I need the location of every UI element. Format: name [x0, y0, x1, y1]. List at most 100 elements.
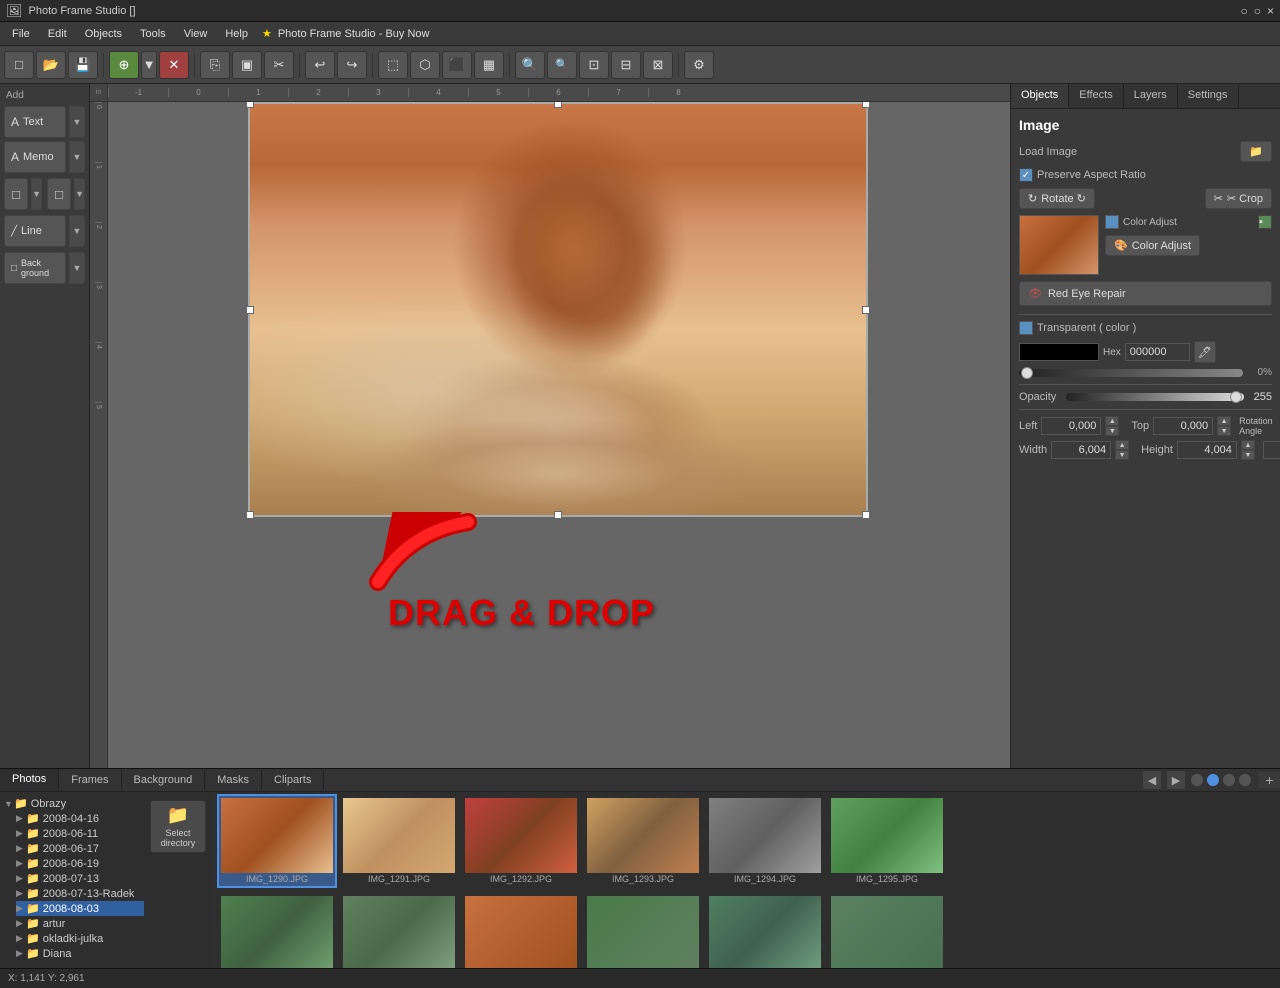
thumb-r2-2[interactable] — [461, 892, 581, 968]
opacity-thumb[interactable] — [1230, 391, 1242, 403]
bot-tab-cliparts[interactable]: Cliparts — [262, 770, 324, 790]
dot3[interactable] — [1222, 773, 1236, 787]
tree-item-0[interactable]: ▶ 📁 2008-04-16 — [16, 811, 144, 826]
tb-zoom-100[interactable]: ⊟ — [611, 51, 641, 79]
tree-item-6[interactable]: ▶ 📁 2008-08-03 — [16, 901, 144, 916]
thumb-r2-5[interactable] — [827, 892, 947, 968]
tb-delete[interactable]: ✕ — [159, 51, 189, 79]
tb-arrange2[interactable]: ⬡ — [410, 51, 440, 79]
tab-layers[interactable]: Layers — [1124, 84, 1178, 108]
tb-new[interactable]: □ — [4, 51, 34, 79]
width-spinner[interactable]: ▲ ▼ — [1115, 440, 1129, 460]
sel-handle-tl[interactable] — [246, 102, 254, 108]
thumb-r2-1[interactable] — [339, 892, 459, 968]
red-eye-repair-btn[interactable]: 👁 Red Eye Repair — [1019, 281, 1272, 306]
shape-sq2[interactable]: □ — [47, 178, 71, 210]
top-spinner[interactable]: ▲ ▼ — [1217, 416, 1231, 436]
tab-objects[interactable]: Objects — [1011, 84, 1069, 108]
text-button[interactable]: A Text — [4, 106, 66, 138]
shape-sq1[interactable]: □ — [4, 178, 28, 210]
top-spin-down[interactable]: ▼ — [1217, 426, 1231, 436]
load-image-btn[interactable]: 📁 — [1240, 141, 1272, 162]
scroll-left[interactable]: ◀ — [1142, 770, 1162, 790]
color-picker-btn[interactable]: 🖊 — [1194, 341, 1216, 363]
memo-button[interactable]: A Memo — [4, 141, 66, 173]
tb-zoom-custom[interactable]: ⊠ — [643, 51, 673, 79]
menu-file[interactable]: File — [4, 26, 38, 42]
background-button[interactable]: □ Background — [4, 252, 66, 284]
scroll-right[interactable]: ▶ — [1166, 770, 1186, 790]
tree-item-8[interactable]: ▶ 📁 okladki-julka — [16, 931, 144, 946]
sel-handle-ml[interactable] — [246, 306, 254, 314]
tb-open[interactable]: 📂 — [36, 51, 66, 79]
opacity-slider[interactable] — [1066, 393, 1243, 401]
top-input[interactable] — [1153, 417, 1213, 435]
width-spin-up[interactable]: ▲ — [1115, 440, 1129, 450]
thumb-r2-3[interactable] — [583, 892, 703, 968]
sel-handle-bm[interactable] — [554, 511, 562, 519]
memo-dropdown[interactable]: ▼ — [69, 141, 85, 173]
hex-input[interactable] — [1125, 343, 1190, 361]
sel-handle-br[interactable] — [862, 511, 870, 519]
bot-tab-frames[interactable]: Frames — [59, 770, 121, 790]
tree-item-1[interactable]: ▶ 📁 2008-06-11 — [16, 826, 144, 841]
tree-item-2[interactable]: ▶ 📁 2008-06-17 — [16, 841, 144, 856]
slider-thumb[interactable] — [1021, 367, 1033, 379]
dot2[interactable] — [1206, 773, 1220, 787]
thumb-1293[interactable]: IMG_1293.JPG — [583, 794, 703, 888]
win-close[interactable]: × — [1267, 4, 1274, 18]
crop-btn[interactable]: ✂ ✂ Crop — [1205, 188, 1272, 209]
height-spin-down[interactable]: ▼ — [1241, 450, 1255, 460]
select-directory-btn[interactable]: 📁 Selectdirectory — [150, 800, 206, 853]
height-spin-up[interactable]: ▲ — [1241, 440, 1255, 450]
color-adj-toggle[interactable]: ▪ — [1258, 215, 1272, 229]
win-max[interactable]: ○ — [1254, 4, 1261, 18]
bot-tab-background[interactable]: Background — [122, 770, 206, 790]
thumb-1295[interactable]: IMG_1295.JPG — [827, 794, 947, 888]
sel-handle-mr[interactable] — [862, 306, 870, 314]
shape-sq2-dropdown[interactable]: ▼ — [74, 178, 85, 210]
tree-item-3[interactable]: ▶ 📁 2008-06-19 — [16, 856, 144, 871]
thumb-1290[interactable]: IMG_1290.JPG — [217, 794, 337, 888]
tree-root-obrazy[interactable]: ▼ 📁 Obrazy — [4, 796, 144, 811]
tb-redo[interactable]: ↪ — [337, 51, 367, 79]
tab-settings[interactable]: Settings — [1178, 84, 1239, 108]
tree-item-5[interactable]: ▶ 📁 2008-07-13-Radek — [16, 886, 144, 901]
bot-tab-photos[interactable]: Photos — [0, 769, 59, 791]
thumb-r2-4[interactable] — [705, 892, 825, 968]
tree-item-4[interactable]: ▶ 📁 2008-07-13 — [16, 871, 144, 886]
text-dropdown[interactable]: ▼ — [69, 106, 85, 138]
tree-item-7[interactable]: ▶ 📁 artur — [16, 916, 144, 931]
tab-effects[interactable]: Effects — [1069, 84, 1123, 108]
height-spinner[interactable]: ▲ ▼ — [1241, 440, 1255, 460]
bg-dropdown[interactable]: ▼ — [69, 252, 85, 284]
menu-tools[interactable]: Tools — [132, 26, 174, 42]
left-spinner[interactable]: ▲ ▼ — [1105, 416, 1119, 436]
thumb-1292[interactable]: IMG_1292.JPG — [461, 794, 581, 888]
tb-zoom-in[interactable]: 🔍 — [515, 51, 545, 79]
sel-handle-tr[interactable] — [862, 102, 870, 108]
width-spin-down[interactable]: ▼ — [1115, 450, 1129, 460]
tb-arrange4[interactable]: ▦ — [474, 51, 504, 79]
thumb-1291[interactable]: IMG_1291.JPG — [339, 794, 459, 888]
sel-handle-bl[interactable] — [246, 511, 254, 519]
tb-undo[interactable]: ↩ — [305, 51, 335, 79]
tb-arrange1[interactable]: ⬚ — [378, 51, 408, 79]
tb-dropdown[interactable]: ▼ — [141, 51, 157, 79]
tb-zoom-fit[interactable]: ⊡ — [579, 51, 609, 79]
tb-zoom-out[interactable]: 🔍 — [547, 51, 577, 79]
thumb-r2-0[interactable] — [217, 892, 337, 968]
dot1[interactable] — [1190, 773, 1204, 787]
rotation-input[interactable] — [1263, 441, 1280, 459]
menu-edit[interactable]: Edit — [40, 26, 75, 42]
tb-add[interactable]: ⊕ — [109, 51, 139, 79]
tb-copy[interactable]: ⎘ — [200, 51, 230, 79]
sel-handle-tm[interactable] — [554, 102, 562, 108]
menu-help[interactable]: Help — [217, 26, 256, 42]
line-dropdown[interactable]: ▼ — [69, 215, 85, 247]
color-slider[interactable] — [1019, 369, 1243, 377]
bot-tab-masks[interactable]: Masks — [205, 770, 262, 790]
color-adjust-btn[interactable]: 🎨 Color Adjust — [1105, 235, 1200, 256]
shape-sq1-dropdown[interactable]: ▼ — [31, 178, 42, 210]
window-controls[interactable]: ○ ○ × — [1240, 4, 1274, 18]
